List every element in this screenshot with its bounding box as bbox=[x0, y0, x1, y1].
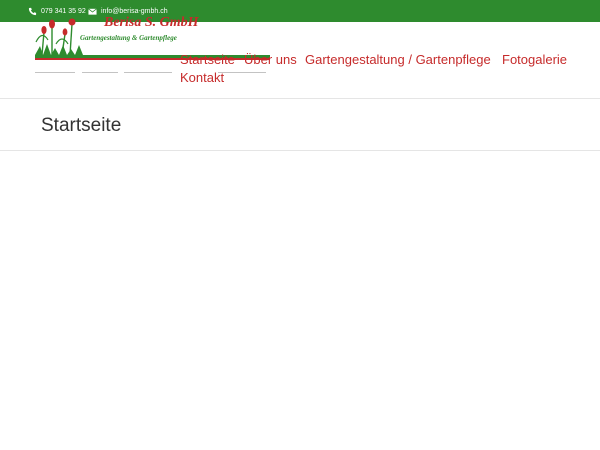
nav-item-gartengestaltung[interactable]: Gartengestaltung / Gartenpflege bbox=[305, 52, 491, 67]
nav-item-startseite[interactable]: Startseite bbox=[180, 52, 235, 67]
logo-name: Berisa S. GmbH bbox=[103, 15, 200, 30]
company-logo[interactable]: Berisa S. GmbH Gartengestaltung & Garten… bbox=[32, 14, 272, 84]
logo-tagline: Gartengestaltung & Gartenpflege bbox=[80, 34, 177, 42]
nav-item-fotogalerie[interactable]: Fotogalerie bbox=[502, 52, 567, 67]
page-title-bar: Startseite bbox=[0, 99, 600, 151]
nav-item-ueber-uns[interactable]: Über uns bbox=[244, 52, 297, 67]
main-content bbox=[0, 151, 600, 450]
nav-item-kontakt[interactable]: Kontakt bbox=[180, 70, 224, 85]
page-title: Startseite bbox=[41, 115, 122, 136]
